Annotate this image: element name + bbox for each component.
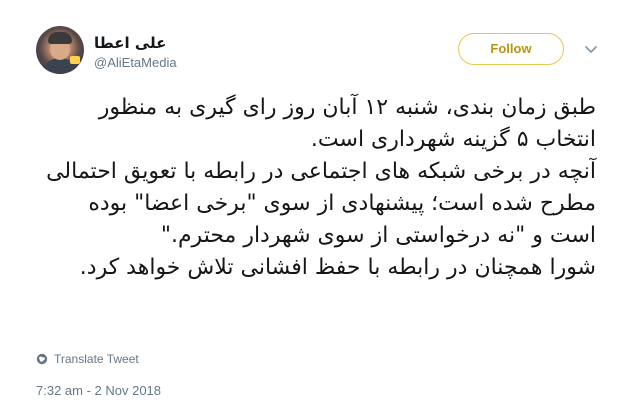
- translate-tweet-link[interactable]: Translate Tweet: [36, 352, 139, 366]
- tweet-timestamp[interactable]: 7:32 am - 2 Nov 2018: [36, 383, 161, 398]
- avatar[interactable]: [36, 26, 84, 74]
- globe-icon: [36, 353, 48, 365]
- tweet-paragraph: شورا همچنان در رابطه با حفظ افشانی تلاش …: [79, 255, 596, 280]
- tweet-paragraph: آنچه در برخی شبکه های اجتماعی در رابطه ب…: [46, 159, 596, 248]
- translate-label[interactable]: Translate Tweet: [54, 352, 139, 366]
- chevron-down-icon[interactable]: [584, 42, 598, 56]
- author-display-name[interactable]: علی اعطا: [94, 34, 177, 52]
- follow-button[interactable]: Follow: [458, 33, 564, 65]
- tweet-paragraph: طبق زمان بندی، شنبه ۱۲ آبان روز رای گیری…: [98, 95, 596, 152]
- tweet-card: علی اعطا @AliEtaMedia Follow طبق زمان بن…: [0, 0, 631, 413]
- author-handle[interactable]: @AliEtaMedia: [94, 54, 177, 72]
- tweet-text: طبق زمان بندی، شنبه ۱۲ آبان روز رای گیری…: [36, 92, 596, 284]
- author-names[interactable]: علی اعطا @AliEtaMedia: [94, 34, 177, 72]
- tweet-header: علی اعطا @AliEtaMedia Follow: [36, 26, 602, 82]
